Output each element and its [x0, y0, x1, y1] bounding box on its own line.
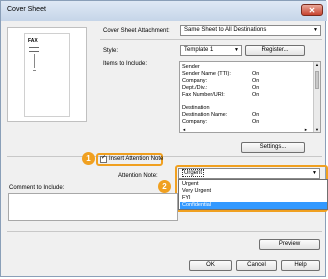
attachment-value: Same Sheet to All Destinations: [184, 27, 267, 33]
separator: [7, 231, 322, 232]
cover-sheet-dialog: Cover Sheet ✕ FAX Cover Sheet Attachment…: [0, 0, 328, 277]
chevron-down-icon: ▼: [313, 27, 318, 33]
step-badge-2: 2: [158, 180, 171, 193]
item-name: Sender Name (TTI):: [182, 71, 231, 77]
settings-button[interactable]: Settings...: [241, 142, 305, 153]
attachment-select[interactable]: Same Sheet to All Destinations ▼: [180, 25, 321, 36]
option-fyi[interactable]: FYI: [180, 195, 327, 202]
attention-note-select[interactable]: Urgent ▼: [178, 168, 320, 179]
preview-fax-text: FAX: [28, 38, 38, 44]
checkmark-icon: ✓: [101, 155, 107, 161]
items-scroll-right-icon: ►: [304, 127, 308, 132]
option-very-urgent[interactable]: Very Urgent: [180, 188, 327, 195]
help-button[interactable]: Help: [281, 260, 320, 271]
item-value: On: [252, 71, 260, 77]
comment-textarea[interactable]: [8, 193, 178, 221]
item-name: Dept./Div.:: [182, 85, 208, 91]
items-label: Items to Include:: [103, 61, 148, 67]
item-value: On: [252, 112, 260, 118]
item-name: Company:: [182, 78, 208, 84]
scroll-down-icon: ▼: [315, 127, 319, 132]
preview-line: [29, 47, 39, 48]
item-value: On: [252, 92, 260, 98]
separator: [100, 39, 322, 40]
item-value: On: [252, 85, 260, 91]
preview-line: [34, 54, 35, 68]
option-confidential[interactable]: Confidential: [180, 202, 327, 209]
scroll-thumb[interactable]: [315, 71, 319, 89]
attention-note-label: Attention Note:: [118, 173, 158, 179]
items-scroll-left-icon: ◄: [182, 127, 186, 132]
attention-note-value: Urgent: [182, 169, 205, 177]
window-title: Cover Sheet: [7, 6, 46, 13]
close-icon: ✕: [308, 6, 316, 15]
item-name: Sender: [182, 64, 200, 70]
attention-note-options: Urgent Very Urgent FYI Confidential: [178, 179, 328, 210]
item-value: On: [252, 119, 260, 125]
item-name: Destination: [182, 105, 210, 111]
insert-attention-checkbox[interactable]: ✓: [100, 155, 107, 163]
attachment-label: Cover Sheet Attachment:: [103, 28, 170, 34]
item-name: Destination Name:: [182, 112, 228, 118]
register-button[interactable]: Register...: [245, 45, 305, 56]
preview-line: [29, 51, 39, 52]
preview-button[interactable]: Preview: [259, 239, 320, 250]
item-value: On: [252, 78, 260, 84]
separator: [7, 156, 322, 157]
style-value: Template 1: [184, 47, 214, 53]
step-badge-1: 1: [82, 152, 95, 165]
chevron-down-icon: ▼: [312, 170, 317, 176]
cover-preview-frame: FAX: [7, 27, 87, 122]
chevron-down-icon: ▼: [234, 47, 239, 53]
items-scrollbar[interactable]: ▲ ▼: [313, 62, 320, 132]
items-list[interactable]: ▲ ▼ Sender Sender Name (TTI): On Company…: [179, 61, 321, 133]
ok-button[interactable]: OK: [189, 260, 232, 271]
close-button[interactable]: ✕: [301, 4, 323, 16]
cancel-button[interactable]: Cancel: [236, 260, 277, 271]
title-bar: Cover Sheet ✕: [1, 1, 327, 21]
item-name: Fax Number/URI:: [182, 92, 225, 98]
cover-preview-page: FAX: [24, 33, 70, 117]
comment-label: Comment to Include:: [9, 185, 65, 191]
style-select[interactable]: Template 1 ▼: [180, 45, 242, 56]
insert-attention-label: Insert Attention Note: [109, 156, 164, 162]
item-name: Company:: [182, 119, 208, 125]
preview-line: [33, 70, 36, 71]
option-urgent[interactable]: Urgent: [180, 181, 327, 188]
scroll-up-icon: ▲: [315, 62, 319, 67]
style-label: Style:: [103, 48, 119, 54]
